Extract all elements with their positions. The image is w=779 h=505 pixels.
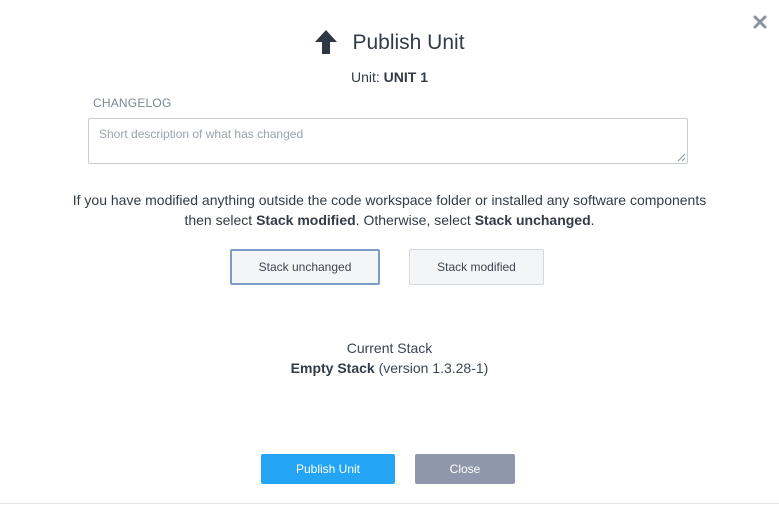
stack-instructions: If you have modified anything outside th… <box>40 190 739 230</box>
publish-unit-button[interactable]: Publish Unit <box>261 454 395 484</box>
dialog-title: Publish Unit <box>352 31 465 54</box>
dialog-header: Publish Unit <box>0 28 779 58</box>
close-button[interactable]: Close <box>415 454 515 484</box>
unit-name: UNIT 1 <box>383 69 429 85</box>
instructions-suffix: . <box>590 212 595 228</box>
current-stack-name: Empty Stack <box>290 360 375 376</box>
arrow-up-icon <box>314 29 338 55</box>
instructions-unchanged-term: Stack unchanged <box>474 212 591 228</box>
changelog-textarea[interactable] <box>88 118 688 164</box>
unit-label: Unit: <box>350 69 380 85</box>
changelog-label: CHANGELOG <box>93 96 172 110</box>
instructions-prefix: then select <box>184 212 257 228</box>
current-stack-version: (version 1.3.28-1) <box>378 360 489 376</box>
unit-line: Unit: UNIT 1 <box>0 69 779 85</box>
stack-modified-button[interactable]: Stack modified <box>409 249 544 285</box>
bottom-divider <box>0 503 779 504</box>
instructions-line-1: If you have modified anything outside th… <box>72 192 707 208</box>
instructions-middle: . Otherwise, select <box>355 212 475 228</box>
stack-unchanged-button[interactable]: Stack unchanged <box>230 249 380 285</box>
current-stack-caption: Current Stack <box>346 340 433 356</box>
current-stack-value: Empty Stack (version 1.3.28-1) <box>0 360 779 376</box>
instructions-modified-term: Stack modified <box>256 212 356 228</box>
